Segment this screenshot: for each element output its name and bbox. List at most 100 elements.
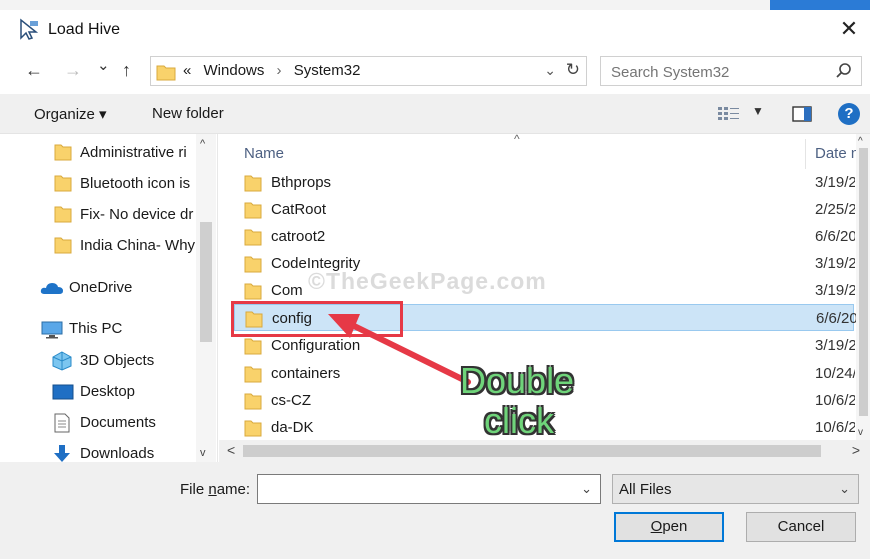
close-button[interactable]: ✕: [834, 16, 864, 44]
sidebar-item-desktop[interactable]: Desktop: [0, 378, 196, 406]
file-row[interactable]: CodeIntegrity 3/19/2: [234, 250, 855, 277]
file-list-vertical-scrollbar[interactable]: ^ v: [856, 134, 870, 440]
file-list-horizontal-scrollbar[interactable]: < >: [219, 440, 870, 462]
file-name-input[interactable]: [263, 479, 563, 499]
sidebar-item-3d-objects[interactable]: 3D Objects: [0, 347, 196, 375]
scrollbar-thumb[interactable]: [859, 148, 868, 416]
chevron-down-icon[interactable]: ⌄: [581, 481, 592, 497]
open-button-accel: O: [650, 518, 663, 535]
address-dropdown-icon[interactable]: ⌄: [544, 62, 556, 79]
file-row[interactable]: Com 3/19/2: [234, 277, 855, 304]
close-icon: ✕: [839, 16, 859, 41]
preview-pane-icon[interactable]: [792, 106, 812, 122]
scroll-up-icon[interactable]: ^: [200, 138, 205, 150]
file-row[interactable]: Configuration 3/19/2: [234, 332, 855, 359]
scroll-down-icon[interactable]: v: [200, 447, 206, 459]
scroll-left-icon[interactable]: <: [227, 442, 235, 458]
file-row[interactable]: containers 10/24/: [234, 360, 855, 387]
file-date: 3/19/2: [815, 337, 855, 354]
sidebar-item-label: This PC: [69, 320, 123, 337]
file-name-combobox[interactable]: ⌄: [257, 474, 601, 504]
sidebar-item-onedrive[interactable]: OneDrive: [0, 274, 196, 302]
file-row[interactable]: catroot2 6/6/20: [234, 223, 855, 250]
open-button-label: pen: [662, 518, 688, 535]
sidebar-item-this-pc[interactable]: This PC: [0, 315, 196, 343]
file-date: 3/19/2: [815, 255, 855, 272]
sidebar-item-quick-4[interactable]: India China- Why: [0, 232, 196, 260]
sidebar-item-quick-2[interactable]: Bluetooth icon is: [0, 170, 196, 198]
forward-button[interactable]: →: [64, 60, 82, 81]
sidebar-item-label: Documents: [80, 414, 156, 431]
sidebar-item-label: Downloads: [80, 445, 155, 462]
sort-caret-icon: ^: [514, 134, 520, 146]
recent-locations-button[interactable]: ⌄: [97, 56, 110, 74]
organize-button[interactable]: Organize ▾: [34, 105, 107, 123]
scroll-right-icon[interactable]: >: [852, 442, 860, 458]
sidebar-item-label: Bluetooth icon is: [80, 175, 191, 192]
sidebar-item-documents[interactable]: Documents: [0, 409, 196, 437]
sidebar-item-label: Desktop: [80, 383, 136, 400]
scroll-up-icon[interactable]: ^: [858, 136, 863, 147]
cancel-button[interactable]: Cancel: [746, 512, 856, 542]
menu-strip-accent: [770, 0, 870, 10]
title-bar: Load Hive ✕: [0, 10, 870, 50]
file-name: containers: [271, 365, 341, 382]
search-input[interactable]: [611, 62, 821, 82]
folder-icon: [54, 237, 72, 254]
sidebar-item-label: India China- Why: [80, 237, 196, 254]
sidebar-item-quick-1[interactable]: Administrative ri: [0, 139, 196, 167]
file-date: 6/6/20: [815, 228, 855, 245]
breadcrumb-overflow[interactable]: «: [183, 62, 191, 79]
sidebar-scrollbar[interactable]: ^ v: [196, 134, 216, 463]
folder-icon: [54, 175, 72, 192]
back-button[interactable]: ←: [25, 60, 43, 81]
file-type-select[interactable]: All Files ⌄: [612, 474, 859, 504]
file-row-selected[interactable]: config 6/6/20: [234, 304, 856, 331]
documents-icon: [54, 413, 70, 433]
view-dropdown-icon[interactable]: ▼: [752, 104, 764, 118]
address-bar[interactable]: « Windows › System32 ⌄ ↻: [150, 56, 587, 86]
file-row[interactable]: CatRoot 2/25/2: [234, 196, 855, 223]
column-header-name[interactable]: Name: [244, 145, 284, 162]
file-name: cs-CZ: [271, 392, 311, 409]
desktop-icon: [52, 384, 74, 400]
scrollbar-thumb[interactable]: [200, 222, 212, 342]
file-name: CodeIntegrity: [271, 255, 361, 272]
file-name-label: File name:: [180, 481, 250, 498]
column-header-row: ^ Name Date n: [219, 134, 870, 172]
sidebar-item-downloads[interactable]: Downloads: [0, 440, 196, 463]
folder-icon: [244, 338, 262, 355]
sidebar-item-quick-3[interactable]: Fix- No device dr: [0, 201, 196, 229]
file-name: Bthprops: [271, 174, 332, 191]
breadcrumb-windows[interactable]: Windows: [204, 62, 265, 79]
regedit-icon: [20, 18, 39, 40]
file-name: da-DK: [271, 419, 314, 436]
refresh-icon[interactable]: ↻: [566, 60, 580, 80]
breadcrumb: « Windows › System32: [183, 62, 368, 79]
computer-icon: [41, 321, 63, 339]
view-options-icon[interactable]: [718, 107, 740, 121]
new-folder-button[interactable]: New folder: [152, 105, 224, 122]
dialog-footer: File name: ⌄ All Files ⌄ Open Cancel: [0, 462, 870, 559]
folder-icon: [244, 256, 262, 273]
open-button[interactable]: Open: [614, 512, 724, 542]
breadcrumb-separator[interactable]: ›: [277, 62, 282, 79]
help-icon[interactable]: ?: [838, 103, 860, 125]
file-row[interactable]: Bthprops 3/19/2: [234, 169, 855, 196]
file-name: Com: [271, 282, 303, 299]
menu-strip: [0, 0, 870, 10]
scroll-down-icon[interactable]: v: [858, 427, 863, 438]
file-date: 2/25/2: [815, 201, 855, 218]
search-box[interactable]: [600, 56, 862, 86]
file-name-label-accel: n: [208, 481, 217, 498]
folder-icon: [244, 420, 262, 437]
breadcrumb-system32[interactable]: System32: [294, 62, 361, 79]
scrollbar-thumb[interactable]: [243, 445, 821, 457]
file-row[interactable]: da-DK 10/6/2: [234, 414, 855, 440]
sidebar-item-label: Administrative ri: [80, 144, 187, 161]
column-header-date[interactable]: Date n: [805, 139, 859, 169]
up-button[interactable]: ↑: [122, 60, 131, 81]
file-row[interactable]: cs-CZ 10/6/2: [234, 387, 855, 414]
folder-icon: [156, 65, 176, 81]
folder-icon: [54, 206, 72, 223]
